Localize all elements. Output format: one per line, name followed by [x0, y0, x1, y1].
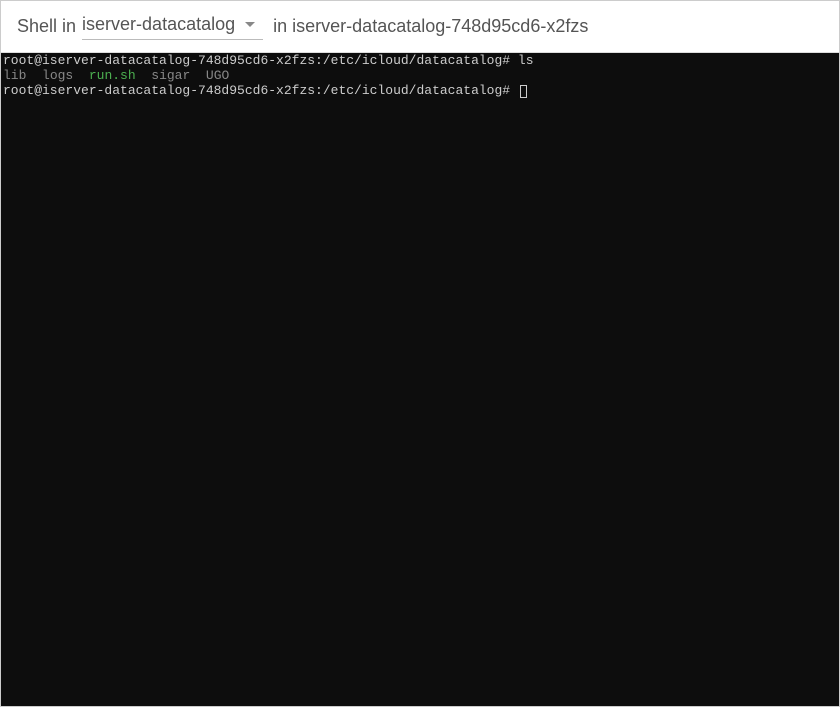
terminal-line-2: lib logs run.sh sigar UGO [3, 69, 837, 84]
container-dropdown[interactable]: iserver-datacatalog [82, 14, 263, 40]
ls-lib: lib [3, 68, 26, 83]
shell-label: Shell in [17, 16, 76, 37]
prompt-2: root@iserver-datacatalog-748d95cd6-x2fzs… [3, 83, 510, 98]
terminal-line-1: root@iserver-datacatalog-748d95cd6-x2fzs… [3, 54, 837, 69]
pod-prefix: in [273, 16, 287, 36]
ls-sigar: sigar [151, 68, 190, 83]
prompt: root@iserver-datacatalog-748d95cd6-x2fzs… [3, 53, 510, 68]
ls-runsh: run.sh [89, 68, 136, 83]
ls-logs: logs [42, 68, 73, 83]
dropdown-value: iserver-datacatalog [82, 14, 235, 35]
chevron-down-icon [245, 22, 255, 27]
pod-name: iserver-datacatalog-748d95cd6-x2fzs [292, 16, 588, 36]
pod-label: in iserver-datacatalog-748d95cd6-x2fzs [273, 16, 588, 37]
header-bar: Shell in iserver-datacatalog in iserver-… [1, 1, 839, 53]
ls-ugo: UGO [206, 68, 229, 83]
cursor [520, 85, 527, 98]
terminal[interactable]: root@iserver-datacatalog-748d95cd6-x2fzs… [1, 53, 839, 706]
command-ls: ls [518, 53, 534, 68]
terminal-line-3: root@iserver-datacatalog-748d95cd6-x2fzs… [3, 84, 837, 99]
